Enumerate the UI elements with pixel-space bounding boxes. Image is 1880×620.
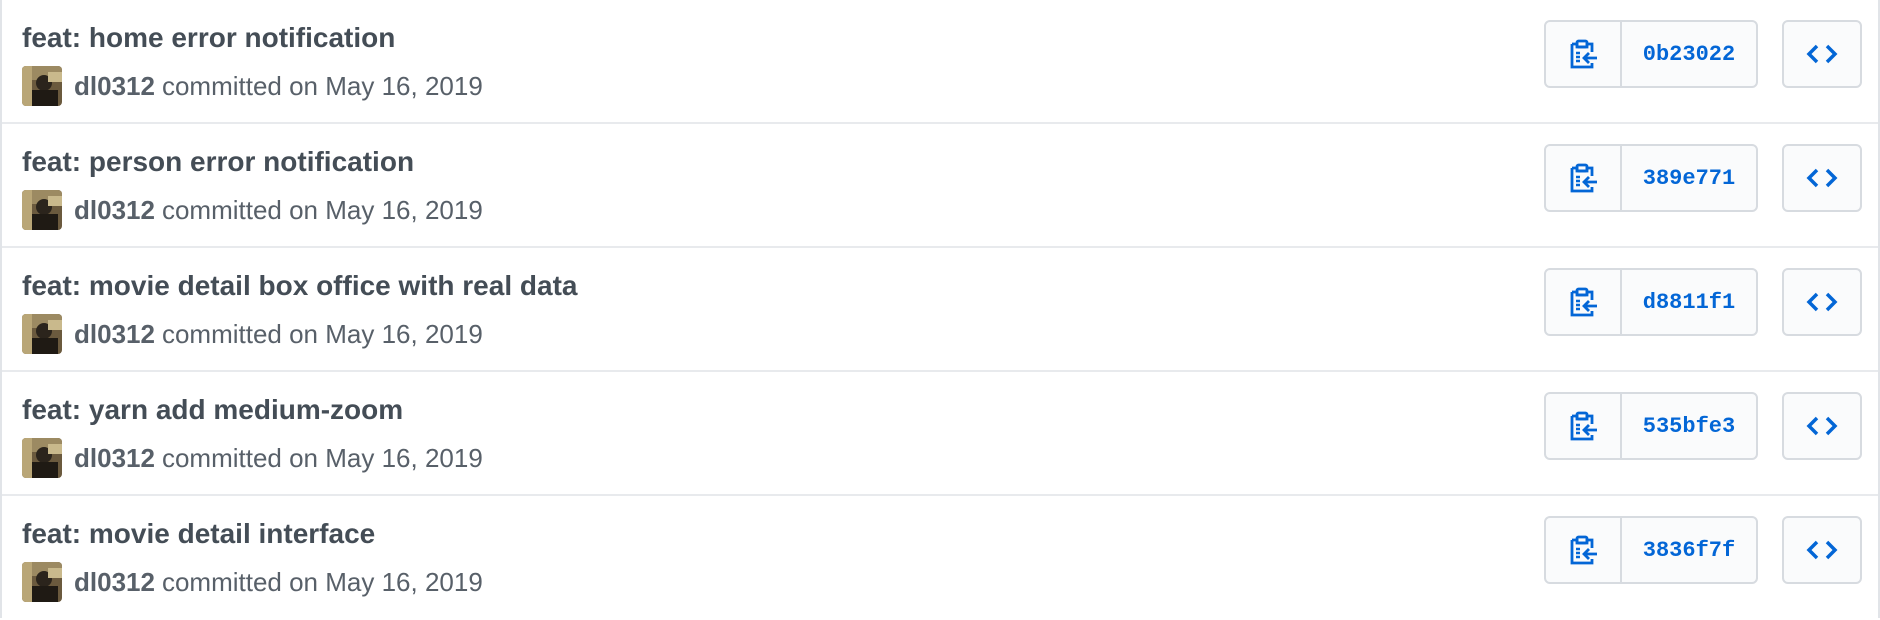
- copy-sha-button[interactable]: [1546, 394, 1622, 458]
- sha-button-group: 3836f7f: [1544, 516, 1758, 584]
- avatar[interactable]: [22, 562, 62, 602]
- copy-sha-button[interactable]: [1546, 146, 1622, 210]
- commit-title[interactable]: feat: movie detail interface: [22, 516, 375, 552]
- commit-meta: dl0312 committed on May 16, 2019: [22, 562, 483, 602]
- commit-author[interactable]: dl0312: [74, 567, 155, 598]
- commit-meta: dl0312 committed on May 16, 2019: [22, 438, 483, 478]
- commit-date: committed on May 16, 2019: [161, 566, 483, 597]
- avatar[interactable]: [22, 438, 62, 478]
- commit-row: feat: home error notification dl0312 com…: [2, 0, 1878, 124]
- commit-meta: dl0312 committed on May 16, 2019: [22, 190, 483, 230]
- sha-button-group: 535bfe3: [1544, 392, 1758, 460]
- code-brackets-icon: [1806, 44, 1838, 64]
- copy-sha-button[interactable]: [1546, 518, 1622, 582]
- browse-repository-button[interactable]: [1782, 268, 1862, 336]
- code-brackets-icon: [1806, 168, 1838, 188]
- code-brackets-icon: [1806, 416, 1838, 436]
- commit-sha-link[interactable]: 389e771: [1622, 146, 1756, 210]
- clipboard-copy-icon: [1570, 287, 1597, 317]
- commit-list: feat: home error notification dl0312 com…: [0, 0, 1880, 618]
- commit-title[interactable]: feat: yarn add medium-zoom: [22, 392, 403, 428]
- copy-sha-button[interactable]: [1546, 22, 1622, 86]
- sha-button-group: 0b23022: [1544, 20, 1758, 88]
- commit-date: committed on May 16, 2019: [161, 70, 483, 101]
- commit-sha-link[interactable]: 0b23022: [1622, 22, 1756, 86]
- avatar[interactable]: [22, 190, 62, 230]
- browse-repository-button[interactable]: [1782, 516, 1862, 584]
- code-brackets-icon: [1806, 540, 1838, 560]
- browse-repository-button[interactable]: [1782, 144, 1862, 212]
- commit-author[interactable]: dl0312: [74, 71, 155, 102]
- commit-row: feat: movie detail box office with real …: [2, 248, 1878, 372]
- commit-title[interactable]: feat: person error notification: [22, 144, 414, 180]
- sha-button-group: 389e771: [1544, 144, 1758, 212]
- clipboard-copy-icon: [1570, 163, 1597, 193]
- commit-date: committed on May 16, 2019: [161, 318, 483, 349]
- copy-sha-button[interactable]: [1546, 270, 1622, 334]
- clipboard-copy-icon: [1570, 39, 1597, 69]
- avatar[interactable]: [22, 314, 62, 354]
- browse-repository-button[interactable]: [1782, 392, 1862, 460]
- clipboard-copy-icon: [1570, 535, 1597, 565]
- commit-author[interactable]: dl0312: [74, 195, 155, 226]
- commit-title[interactable]: feat: home error notification: [22, 20, 395, 56]
- browse-repository-button[interactable]: [1782, 20, 1862, 88]
- commit-row: feat: movie detail interface dl0312 comm…: [2, 496, 1878, 620]
- commit-meta: dl0312 committed on May 16, 2019: [22, 314, 483, 354]
- commit-author[interactable]: dl0312: [74, 443, 155, 474]
- commit-date: committed on May 16, 2019: [161, 442, 483, 473]
- commit-title[interactable]: feat: movie detail box office with real …: [22, 268, 577, 304]
- commit-sha-link[interactable]: d8811f1: [1622, 270, 1756, 334]
- commit-meta: dl0312 committed on May 16, 2019: [22, 66, 483, 106]
- commit-row: feat: person error notification dl0312 c…: [2, 124, 1878, 248]
- commit-row: feat: yarn add medium-zoom dl0312 commit…: [2, 372, 1878, 496]
- clipboard-copy-icon: [1570, 411, 1597, 441]
- commit-date: committed on May 16, 2019: [161, 194, 483, 225]
- code-brackets-icon: [1806, 292, 1838, 312]
- commit-author[interactable]: dl0312: [74, 319, 155, 350]
- commit-sha-link[interactable]: 535bfe3: [1622, 394, 1756, 458]
- avatar[interactable]: [22, 66, 62, 106]
- sha-button-group: d8811f1: [1544, 268, 1758, 336]
- commit-sha-link[interactable]: 3836f7f: [1622, 518, 1756, 582]
